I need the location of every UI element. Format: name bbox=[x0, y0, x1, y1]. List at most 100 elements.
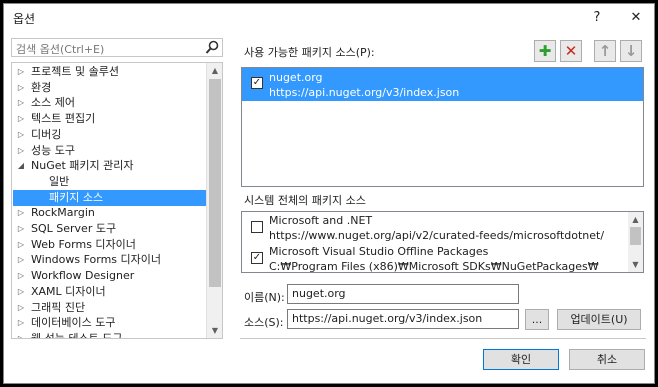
expand-arrow-icon[interactable]: ▷ bbox=[15, 143, 27, 159]
expand-arrow-icon[interactable]: ▷ bbox=[15, 252, 27, 268]
expand-arrow-icon[interactable]: ▷ bbox=[15, 315, 27, 331]
expand-arrow-icon[interactable]: ▷ bbox=[15, 331, 27, 338]
expand-arrow-icon[interactable]: ▷ bbox=[15, 284, 27, 300]
tree-item[interactable]: ▷ 웹 성능 테스트 도구 bbox=[13, 331, 206, 339]
tree-item[interactable]: ▷ XAML 디자이너 bbox=[13, 284, 206, 300]
package-source-item[interactable]: ✓ nuget.org https://api.nuget.org/v3/index… bbox=[242, 68, 643, 101]
enable-checkbox[interactable]: ✓ bbox=[251, 252, 263, 264]
tree-item[interactable]: ▷ 디버깅 bbox=[13, 127, 206, 143]
source-url: https://api.nuget.org/v3/index.json bbox=[269, 86, 460, 99]
search-box[interactable]: 검색 옵션(Ctrl+E) bbox=[11, 38, 223, 57]
add-source-button[interactable]: ✚ bbox=[534, 40, 556, 62]
expand-arrow-icon[interactable]: ▷ bbox=[15, 268, 27, 284]
tree-item[interactable]: ▷ RockMargin bbox=[13, 205, 206, 221]
tree-item[interactable]: ▷ Workflow Designer bbox=[13, 268, 206, 284]
move-down-icon: ↓ bbox=[624, 42, 638, 60]
tree-item[interactable]: ▷ 환경 bbox=[13, 80, 206, 96]
tree-item[interactable]: ▷ Windows Forms 디자이너 bbox=[13, 252, 206, 268]
tree-item[interactable]: 패키지 소스 bbox=[13, 189, 206, 206]
tree-item-label: 웹 성능 테스트 도구 bbox=[31, 331, 123, 339]
enable-checkbox[interactable] bbox=[251, 221, 263, 233]
expand-arrow-icon[interactable]: ▷ bbox=[15, 237, 27, 253]
divider bbox=[240, 338, 646, 339]
title-bar: 옵션 ? ✕ bbox=[4, 4, 654, 32]
update-button[interactable]: 업데이트(U) bbox=[557, 309, 641, 330]
tree-item-label: 텍스트 편집기 bbox=[31, 112, 96, 126]
close-button[interactable]: ✕ bbox=[625, 8, 647, 28]
scroll-up-icon[interactable]: ▲ bbox=[207, 63, 222, 78]
enable-checkbox[interactable]: ✓ bbox=[251, 77, 263, 89]
tree-item[interactable]: ▷ 텍스트 편집기 bbox=[13, 111, 206, 127]
tree-item-label: Web Forms 디자이너 bbox=[31, 237, 136, 251]
available-sources-list[interactable]: ✓ nuget.org https://api.nuget.org/v3/index… bbox=[241, 67, 644, 187]
move-up-icon: ↑ bbox=[598, 42, 612, 60]
source-name: nuget.org bbox=[269, 71, 323, 84]
tree-item[interactable]: ▷ 프로젝트 및 솔루션 bbox=[13, 64, 206, 80]
source-url: C:₩Program Files (x86)₩Microsoft SDKs₩Nu… bbox=[269, 260, 599, 273]
tree-item-label: SQL Server 도구 bbox=[31, 222, 117, 235]
tree-item-label: 프로젝트 및 솔루션 bbox=[31, 65, 119, 78]
system-sources-list[interactable]: Microsoft and .NET https://www.nuget.org/… bbox=[241, 211, 644, 273]
tree-item[interactable]: ▷ Web Forms 디자이너 bbox=[13, 237, 206, 253]
expand-arrow-icon[interactable]: ▷ bbox=[15, 64, 27, 80]
remove-icon: ✕ bbox=[564, 42, 578, 60]
tree-item-label: 환경 bbox=[31, 80, 52, 94]
tree-item[interactable]: ▷ SQL Server 도구 bbox=[13, 221, 206, 237]
tree-item-label: 데이터베이스 도구 bbox=[31, 316, 116, 330]
search-icon bbox=[205, 40, 219, 54]
help-button[interactable]: ? bbox=[586, 8, 608, 28]
expand-arrow-icon[interactable]: ▷ bbox=[15, 205, 27, 221]
scroll-down-icon[interactable]: ▼ bbox=[207, 323, 222, 338]
tree-item-label: 소스 제어 bbox=[31, 96, 75, 110]
system-list-scrollbar[interactable]: ▲ ▼ bbox=[628, 212, 643, 272]
browse-button[interactable]: ... bbox=[525, 309, 549, 330]
expand-arrow-icon[interactable]: ▷ bbox=[15, 111, 27, 127]
source-label: 소스(S): bbox=[244, 316, 284, 329]
ok-button[interactable]: 확인 bbox=[483, 349, 559, 370]
tree-item-label: Workflow Designer bbox=[31, 269, 135, 283]
name-label: 이름(N): bbox=[244, 291, 285, 304]
expand-arrow-icon[interactable]: ▷ bbox=[15, 300, 27, 316]
tree-item[interactable]: ◢ NuGet 패키지 관리자 bbox=[13, 158, 206, 174]
system-sources-label: 시스템 전체의 패키지 소스 bbox=[244, 194, 366, 207]
available-sources-label: 사용 가능한 패키지 소스(P): bbox=[244, 46, 375, 59]
tree-item-label: 패키지 소스 bbox=[49, 190, 104, 204]
scroll-down-icon[interactable]: ▼ bbox=[628, 257, 643, 272]
search-input[interactable]: 검색 옵션(Ctrl+E) bbox=[16, 41, 104, 57]
tree-item-label: NuGet 패키지 관리자 bbox=[31, 159, 134, 173]
tree-item-label: Windows Forms 디자이너 bbox=[31, 253, 162, 267]
expand-arrow-icon[interactable]: ▷ bbox=[15, 80, 27, 96]
move-up-source-button[interactable]: ↑ bbox=[594, 40, 616, 62]
scroll-thumb[interactable] bbox=[630, 227, 641, 245]
tree-item-label: RockMargin bbox=[31, 206, 95, 220]
tree-item[interactable]: ▷ 데이터베이스 도구 bbox=[13, 315, 206, 331]
tree-item-label: 일반 bbox=[49, 174, 70, 188]
expand-arrow-icon[interactable]: ▷ bbox=[15, 221, 27, 237]
tree-item[interactable]: ▷ 성능 도구 bbox=[13, 143, 206, 159]
source-url: https://www.nuget.org/api/v2/curated-fee… bbox=[269, 229, 605, 242]
tree-item-label: 성능 도구 bbox=[31, 143, 75, 157]
tree-scrollbar[interactable]: ▲ ▼ bbox=[206, 63, 222, 338]
add-icon: ✚ bbox=[538, 42, 552, 60]
source-name: Microsoft Visual Studio Offline Packages bbox=[269, 245, 489, 258]
tree-item[interactable]: 일반 bbox=[13, 174, 206, 190]
expand-arrow-icon[interactable]: ▷ bbox=[15, 127, 27, 143]
window-title: 옵션 bbox=[13, 12, 36, 26]
remove-source-button[interactable]: ✕ bbox=[560, 40, 582, 62]
system-source-item[interactable]: Microsoft and .NET https://www.nuget.org/… bbox=[242, 213, 628, 244]
source-field[interactable]: https://api.nuget.org/v3/index.json bbox=[287, 309, 519, 329]
tree-item-label: XAML 디자이너 bbox=[31, 284, 106, 298]
system-source-item[interactable]: ✓ Microsoft Visual Studio Offline Package… bbox=[242, 244, 628, 273]
scroll-thumb[interactable] bbox=[209, 79, 221, 287]
tree-item[interactable]: ▷ 소스 제어 bbox=[13, 95, 206, 111]
options-tree: ▷ 프로젝트 및 솔루션 ▷ 환경 ▷ 소스 제어 ▷ 텍스트 편집기 ▷ 디버깅 ▷ 성능 도구 ◢ N… bbox=[11, 62, 223, 339]
tree-item-label: 디버깅 bbox=[31, 127, 62, 141]
cancel-button[interactable]: 취소 bbox=[569, 349, 645, 370]
name-field[interactable]: nuget.org bbox=[287, 284, 519, 304]
scroll-up-icon[interactable]: ▲ bbox=[628, 212, 643, 227]
tree-item[interactable]: ▷ 그래픽 진단 bbox=[13, 300, 206, 316]
collapse-arrow-icon[interactable]: ◢ bbox=[15, 158, 27, 174]
move-down-source-button[interactable]: ↓ bbox=[620, 40, 642, 62]
source-name: Microsoft and .NET bbox=[269, 214, 373, 227]
expand-arrow-icon[interactable]: ▷ bbox=[15, 95, 27, 111]
